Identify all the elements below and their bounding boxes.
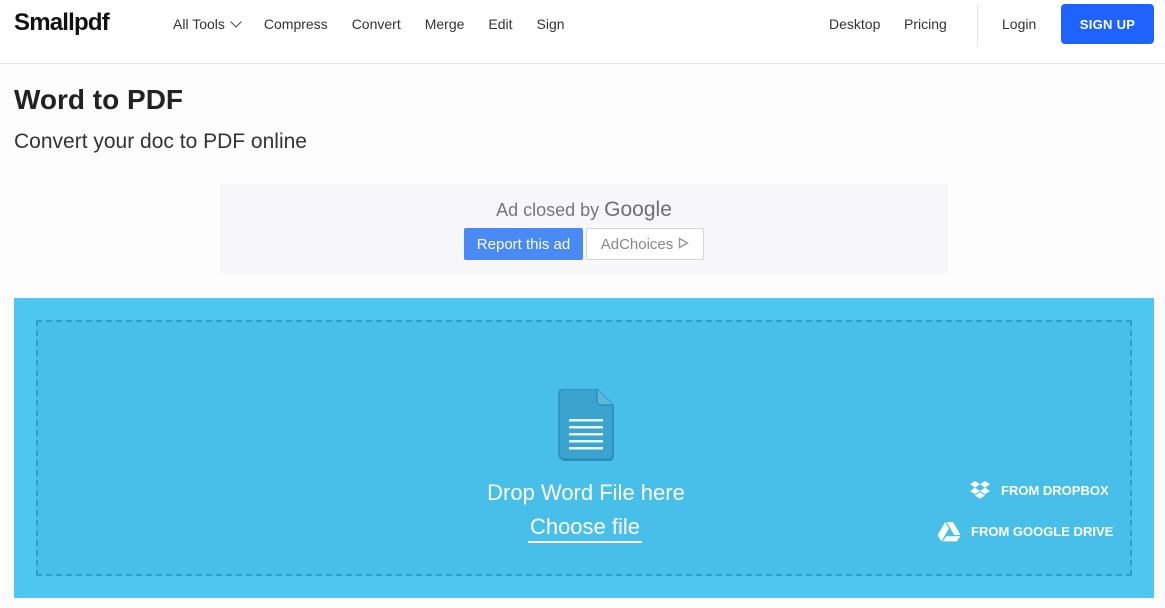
top-header: Smallpdf All Tools Compress Convert Merg… [0,0,1165,64]
nav-pricing[interactable]: Pricing [904,16,947,32]
choose-file-link[interactable]: Choose file [528,514,642,543]
nav-desktop-wrap: Desktop [829,0,880,48]
main-nav: All Tools Compress Convert Merge Edit Si… [173,0,589,48]
from-dropbox-label: FROM DROPBOX [1001,482,1109,498]
dropbox-icon [969,480,991,500]
logo[interactable]: Smallpdf [14,9,110,37]
report-ad-button[interactable]: Report this ad [464,228,583,260]
signup-button[interactable]: SIGN UP [1061,4,1154,44]
ad-closed-text: Ad closed by [496,200,600,220]
document-icon [555,388,617,468]
page-title: Word to PDF [14,84,184,115]
from-google-drive-label: FROM GOOGLE DRIVE [971,524,1114,539]
from-dropbox-button[interactable]: FROM DROPBOX [969,480,1109,500]
nav-all-tools-label: All Tools [173,16,225,32]
adchoices-button[interactable]: AdChoices [586,228,704,260]
nav-sign[interactable]: Sign [537,16,565,32]
nav-all-tools[interactable]: All Tools [173,16,242,32]
ad-closed-message: Ad closed by Google [220,198,948,222]
dropzone-dashed-area[interactable]: Drop Word File here Choose file FROM DRO… [36,320,1132,576]
nav-compress[interactable]: Compress [264,16,328,32]
nav-merge[interactable]: Merge [425,16,465,32]
nav-pricing-wrap: Pricing [904,0,947,48]
nav-convert[interactable]: Convert [352,16,401,32]
nav-edit[interactable]: Edit [488,16,512,32]
adchoices-icon [678,236,690,252]
header-divider [977,4,978,46]
google-wordmark: Google [604,198,672,221]
nav-login-wrap: Login [1002,0,1036,48]
page-subtitle: Convert your doc to PDF online [14,130,307,153]
from-google-drive-button[interactable]: FROM GOOGLE DRIVE [937,521,1113,542]
google-drive-icon [937,521,961,542]
chevron-down-icon [230,16,242,28]
nav-desktop[interactable]: Desktop [829,16,880,32]
adchoices-label: AdChoices [600,235,674,253]
login-link[interactable]: Login [1002,16,1036,32]
ad-slot: Ad closed by Google Report this ad AdCho… [220,184,948,274]
dropzone[interactable]: Drop Word File here Choose file FROM DRO… [14,298,1154,598]
